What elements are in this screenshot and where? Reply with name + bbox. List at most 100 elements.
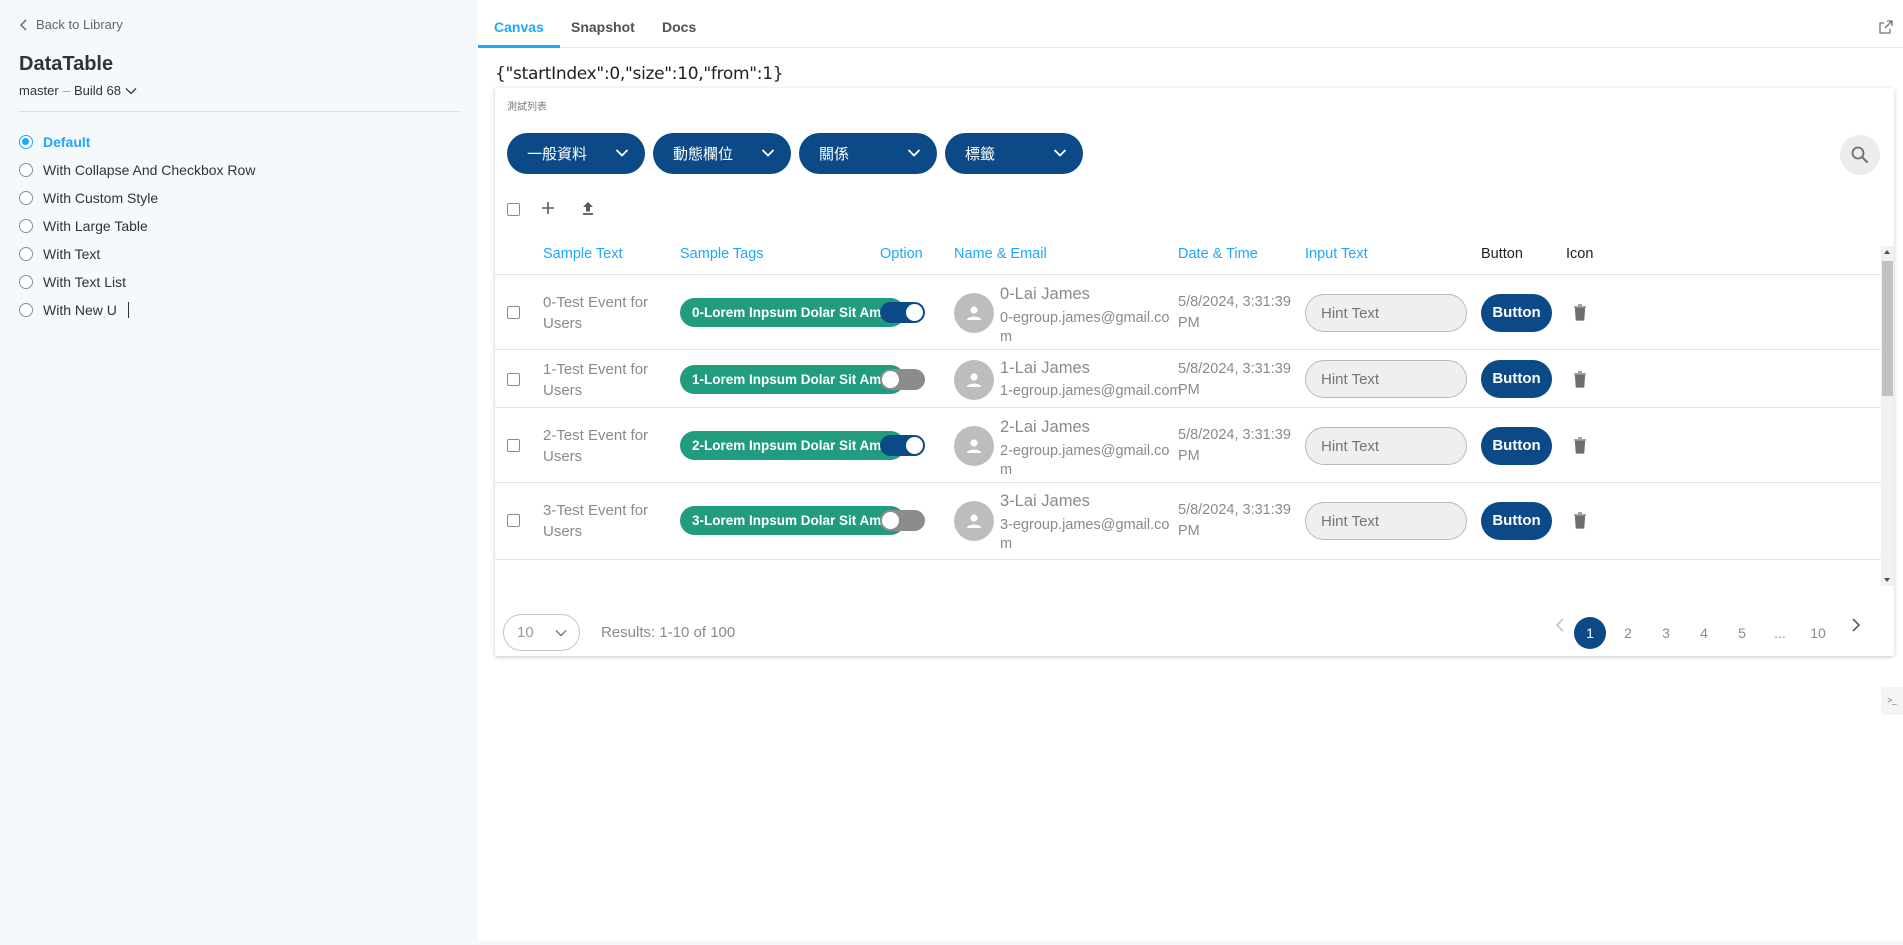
row-checkbox[interactable] <box>507 306 520 319</box>
table-row: 1-Test Event for Users 1-Lorem Inpsum Do… <box>495 351 1885 408</box>
date-time-cell: 5/8/2024, 3:31:39 PM <box>1178 361 1291 398</box>
row-checkbox[interactable] <box>507 373 520 386</box>
story-with-collapse-and-checkbox-row[interactable]: With Collapse And Checkbox Row <box>19 156 255 184</box>
select-all-checkbox[interactable] <box>507 203 520 216</box>
trash-icon[interactable] <box>1573 437 1587 454</box>
filter-tags[interactable]: 標籤 <box>945 133 1083 174</box>
row-checkbox[interactable] <box>507 514 520 527</box>
date-time-cell: 5/8/2024, 3:31:39 PM <box>1178 427 1291 464</box>
trash-icon[interactable] <box>1573 512 1587 529</box>
build-selector[interactable]: master – Build 68 <box>19 83 137 98</box>
sample-text-cell: 1-Test Event for Users <box>543 361 649 399</box>
radio-icon <box>19 163 33 177</box>
back-link-label: Back to Library <box>36 17 123 32</box>
story-label: With New U <box>43 302 117 318</box>
hint-text-input[interactable] <box>1305 294 1467 332</box>
scroll-down-arrow-icon[interactable] <box>1884 578 1890 582</box>
row-action-button[interactable]: Button <box>1481 294 1552 332</box>
chevron-down-icon <box>555 629 567 637</box>
page-2[interactable]: 2 <box>1612 617 1644 649</box>
avatar <box>954 360 994 400</box>
chevron-down-icon <box>761 149 775 157</box>
trash-icon[interactable] <box>1573 304 1587 321</box>
toggle-knob <box>906 437 923 454</box>
page-size-select[interactable]: 10 <box>503 614 580 651</box>
option-toggle[interactable] <box>880 510 925 531</box>
scroll-up-arrow-icon[interactable] <box>1884 250 1890 254</box>
page-5[interactable]: 5 <box>1726 617 1758 649</box>
date-time-cell: 5/8/2024, 3:31:39 PM <box>1178 502 1291 539</box>
story-label: With Large Table <box>43 218 148 234</box>
tab-canvas[interactable]: Canvas <box>478 0 560 48</box>
page-size-value: 10 <box>517 624 534 641</box>
open-in-new-icon[interactable] <box>1879 20 1893 34</box>
addons-panel-toggle[interactable]: >_ <box>1881 687 1903 715</box>
column-header-sample-text[interactable]: Sample Text <box>543 233 623 275</box>
radio-icon <box>19 219 33 233</box>
row-action-button[interactable]: Button <box>1481 360 1552 398</box>
chevron-down-icon <box>1053 149 1067 157</box>
filter-general[interactable]: 一般資料 <box>507 133 645 174</box>
radio-icon <box>19 135 33 149</box>
previous-page-icon[interactable] <box>1555 617 1565 633</box>
row-checkbox[interactable] <box>507 439 520 452</box>
user-name: 2-Lai James <box>1000 418 1090 436</box>
page-1[interactable]: 1 <box>1574 617 1606 649</box>
option-toggle[interactable] <box>880 435 925 456</box>
story-default[interactable]: Default <box>19 128 255 156</box>
user-email: 0-egroup.james@gmail.com <box>1000 310 1170 345</box>
page-10[interactable]: 10 <box>1802 617 1834 649</box>
story-with-text-list[interactable]: With Text List <box>19 268 255 296</box>
sample-tag: 2-Lorem Inpsum Dolar Sit Amet <box>680 431 906 460</box>
filter-label: 關係 <box>819 146 850 163</box>
sample-text-cell: 0-Test Event for Users <box>543 294 649 332</box>
page-3[interactable]: 3 <box>1650 617 1682 649</box>
story-with-large-table[interactable]: With Large Table <box>19 212 255 240</box>
back-to-library-link[interactable]: Back to Library <box>19 17 123 32</box>
filter-relations[interactable]: 關係 <box>799 133 937 174</box>
hint-text-input[interactable] <box>1305 427 1467 465</box>
column-header-sample-tags[interactable]: Sample Tags <box>680 233 764 275</box>
component-title: DataTable <box>19 53 114 75</box>
trash-icon[interactable] <box>1573 371 1587 388</box>
hint-text-input[interactable] <box>1305 360 1467 398</box>
page-4[interactable]: 4 <box>1688 617 1720 649</box>
tab-docs[interactable]: Docs <box>646 0 712 48</box>
column-header-option[interactable]: Option <box>880 233 923 275</box>
table-scrollbar[interactable] <box>1881 246 1894 586</box>
filter-label: 一般資料 <box>527 146 588 163</box>
story-label: Default <box>43 134 91 150</box>
date-time-cell: 5/8/2024, 3:31:39 PM <box>1178 294 1291 331</box>
chevron-down-icon <box>907 149 921 157</box>
add-icon[interactable] <box>539 199 557 217</box>
table-body: 0-Test Event for Users 0-Lorem Inpsum Do… <box>495 276 1885 601</box>
table-row: 0-Test Event for Users 0-Lorem Inpsum Do… <box>495 276 1885 350</box>
column-header-input-text[interactable]: Input Text <box>1305 233 1368 275</box>
column-header-name-email[interactable]: Name & Email <box>954 233 1047 275</box>
tab-snapshot[interactable]: Snapshot <box>555 0 651 48</box>
person-icon <box>967 514 981 528</box>
sidebar: Back to Library DataTable master – Build… <box>0 0 478 945</box>
upload-icon[interactable] <box>579 199 597 217</box>
separator: – <box>62 83 70 98</box>
table-row: 3-Test Event for Users 3-Lorem Inpsum Do… <box>495 484 1885 560</box>
option-toggle[interactable] <box>880 302 925 323</box>
table-row: 2-Test Event for Users 2-Lorem Inpsum Do… <box>495 409 1885 483</box>
row-action-button[interactable]: Button <box>1481 427 1552 465</box>
next-page-icon[interactable] <box>1851 617 1861 633</box>
option-toggle[interactable] <box>880 369 925 390</box>
bottom-strip <box>478 941 1903 945</box>
hint-text-input[interactable] <box>1305 502 1467 540</box>
story-with-custom-style[interactable]: With Custom Style <box>19 184 255 212</box>
scrollbar-thumb[interactable] <box>1882 261 1893 396</box>
story-with-text[interactable]: With Text <box>19 240 255 268</box>
search-button[interactable] <box>1840 135 1880 175</box>
column-header-button: Button <box>1481 246 1523 262</box>
story-with-new-ui[interactable]: With New U <box>19 296 255 324</box>
column-header-date-time[interactable]: Date & Time <box>1178 233 1258 275</box>
search-icon <box>1851 146 1869 164</box>
filter-dynamic-fields[interactable]: 動態欄位 <box>653 133 791 174</box>
chevron-down-icon <box>125 87 137 94</box>
row-action-button[interactable]: Button <box>1481 502 1552 540</box>
branch-label: master <box>19 83 59 98</box>
